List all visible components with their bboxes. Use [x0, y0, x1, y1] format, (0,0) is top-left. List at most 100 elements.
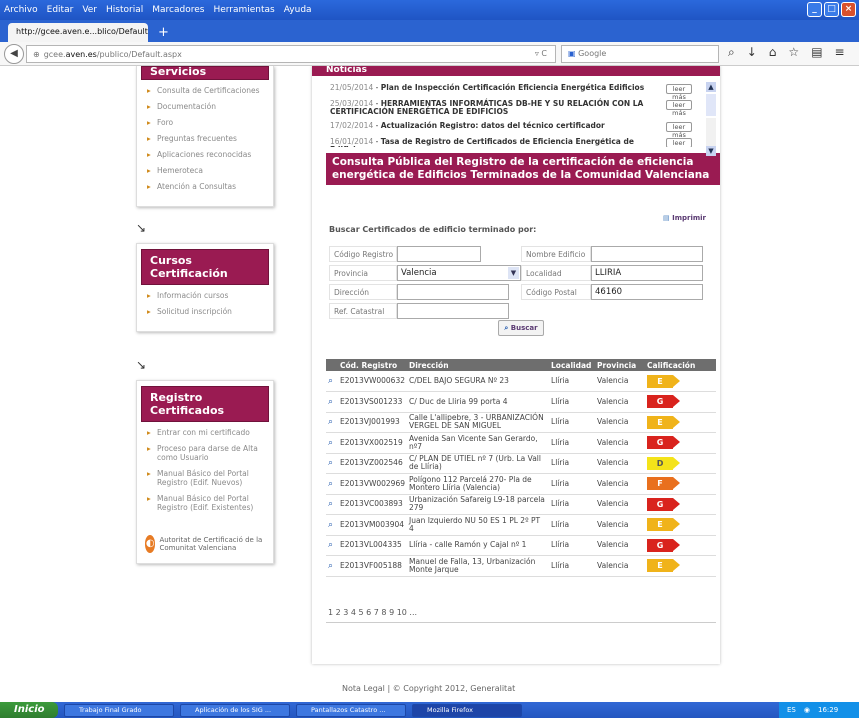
header-codigo[interactable]: Cód. Registro [338, 359, 408, 371]
news-headline[interactable]: Actualización Registro: datos del técnic… [381, 121, 605, 130]
reload-icon[interactable]: ▿ C [535, 49, 547, 58]
printer-icon: ▤ [663, 214, 670, 222]
header-direccion[interactable]: Dirección [407, 359, 550, 371]
start-button[interactable]: Inicio [0, 702, 58, 718]
scroll-down-icon[interactable]: ▼ [706, 146, 716, 156]
cursos-item[interactable]: Información cursos [147, 291, 265, 300]
language-indicator[interactable]: ES [787, 706, 796, 714]
codigo-postal-input[interactable]: 46160 [591, 284, 703, 300]
localidad-input[interactable]: LLIRIA [591, 265, 703, 281]
servicios-item[interactable]: Hemeroteca [147, 166, 265, 175]
magnifier-icon[interactable]: ⌕ [326, 371, 338, 392]
menu-marcadores[interactable]: Marcadores [152, 5, 204, 15]
scroll-up-icon[interactable]: ▲ [706, 82, 716, 92]
codigo-registro-input[interactable] [397, 246, 481, 262]
scroll-track[interactable] [706, 118, 716, 146]
magnifier-icon[interactable]: ⌕ [326, 494, 338, 515]
magnifier-icon[interactable]: ⌕ [326, 432, 338, 454]
registro-item[interactable]: Manual Básico del Portal Registro (Edif.… [147, 494, 265, 512]
news-headline[interactable]: Plan de Inspección Certificación Eficien… [381, 83, 644, 92]
table-row[interactable]: ⌕ E2013VS001233 C/ Duc de Lliria 99 porta … [326, 391, 716, 413]
read-more-button[interactable]: leer más [666, 138, 692, 147]
tray-icon[interactable]: ◉ [804, 706, 810, 714]
browser-tab[interactable]: http://gcee.aven.e...blico/Default.aspx [8, 23, 148, 42]
magnifier-icon[interactable]: ⌕ [326, 453, 338, 474]
header-provincia[interactable]: Provincia [595, 359, 646, 371]
taskbar-item[interactable]: Aplicación de los SIG ... [180, 703, 290, 717]
servicios-item[interactable]: Foro [147, 118, 265, 127]
menu-herramientas[interactable]: Herramientas [213, 5, 274, 15]
read-more-button[interactable]: leer más [666, 100, 692, 117]
menu-icon[interactable]: ≡ [835, 45, 845, 60]
magnifier-icon[interactable]: ⌕ [326, 535, 338, 556]
cell-codigo: E2013VZ002546 [338, 453, 408, 474]
servicios-item[interactable]: Aplicaciones reconocidas [147, 150, 265, 159]
header-localidad[interactable]: Localidad [549, 359, 596, 371]
direccion-input[interactable] [397, 284, 509, 300]
pagination[interactable]: 1 2 3 4 5 6 7 8 9 10 ... [328, 608, 417, 617]
ref-catastral-input[interactable] [397, 303, 509, 319]
read-more-button[interactable]: leer más [666, 84, 692, 101]
menu-ayuda[interactable]: Ayuda [284, 5, 312, 15]
minimize-button[interactable]: _ [807, 2, 822, 17]
table-row[interactable]: ⌕ E2013VC003893 Urbanización Safareig L9-1… [326, 494, 716, 515]
menu-editar[interactable]: Editar [47, 5, 74, 15]
autoritat-logo[interactable]: ◐ Autoritat de Certificació de la Comuni… [137, 519, 273, 553]
menu-ver[interactable]: Ver [82, 5, 97, 15]
servicios-item[interactable]: Preguntas frecuentes [147, 134, 265, 143]
registro-item[interactable]: Manual Básico del Portal Registro (Edif.… [147, 469, 265, 487]
header-calificacion[interactable]: Calificación [645, 359, 716, 371]
magnifier-icon[interactable]: ⌕ [326, 412, 338, 433]
cell-calificacion: F [645, 473, 716, 495]
print-button[interactable]: ▤ Imprimir [663, 214, 706, 222]
search-input[interactable]: ▣ Google [561, 45, 719, 63]
back-button[interactable]: ◀ [4, 43, 24, 64]
navigation-bar: ◀ ⊕ gcee. aven.es/publico/Default.aspx ▿ … [0, 42, 859, 66]
table-row[interactable]: ⌕ E2013VF005188 Manuel de Falla, 13, Urban… [326, 555, 716, 577]
servicios-item[interactable]: Consulta de Certificaciones [147, 86, 265, 95]
cursos-item[interactable]: Solicitud inscripción [147, 307, 265, 316]
table-row[interactable]: ⌕ E2013VX002519 Avenida San Vicente San Ge… [326, 432, 716, 454]
buscar-button[interactable]: ⌕ Buscar [498, 320, 544, 336]
close-button[interactable]: × [841, 2, 856, 17]
news-headline[interactable]: HERRAMIENTAS INFORMÁTICAS DB-HE Y SU REL… [330, 99, 643, 116]
new-tab-button[interactable]: + [158, 24, 169, 42]
provincia-select[interactable]: Valencia ▼ [397, 265, 521, 281]
bookmarks-icon[interactable]: ▤ [811, 45, 822, 60]
taskbar-item[interactable]: Pantallazos Catastro ... [296, 703, 406, 717]
taskbar-item[interactable]: Trabajo Final Grado [64, 703, 174, 717]
table-row[interactable]: ⌕ E2013VW002969 Polígono 112 Parcelá 270- … [326, 473, 716, 495]
magnifier-icon[interactable]: ⌕ [326, 514, 338, 536]
taskbar-item[interactable]: Mozilla Firefox [412, 703, 522, 717]
scroll-thumb[interactable] [706, 94, 716, 116]
menu-archivo[interactable]: Archivo [4, 5, 38, 15]
menu-historial[interactable]: Historial [106, 5, 143, 15]
table-row[interactable]: ⌕ E2013VZ002546 C/ PLAN DE UTIEL nº 7 (Urb… [326, 453, 716, 474]
download-icon[interactable]: ↓ [747, 45, 757, 60]
maximize-button[interactable]: □ [824, 2, 839, 17]
registro-item[interactable]: Proceso para darse de Alta como Usuario [147, 444, 265, 462]
table-row[interactable]: ⌕ E2013VM003904 Juan Izquierdo NU 50 ES 1 … [326, 514, 716, 536]
read-more-button[interactable]: leer más [666, 122, 692, 139]
footer[interactable]: Nota Legal | © Copyright 2012, Generalit… [342, 684, 515, 693]
search-icon[interactable]: ⌕ [728, 45, 735, 60]
bookmark-star-icon[interactable]: ☆ [788, 45, 799, 60]
news-scrollbar[interactable]: ▲ ▼ [706, 82, 716, 156]
servicios-item[interactable]: Documentación [147, 102, 265, 111]
table-row[interactable]: ⌕ E2013VL004335 Llíria - calle Ramón y Caj… [326, 535, 716, 556]
table-row[interactable]: ⌕ E2013VW000632 C/DEL BAJO SEGURA Nº 23 Llí… [326, 371, 716, 392]
magnifier-icon[interactable]: ⌕ [326, 555, 338, 577]
news-headline[interactable]: Tasa de Registro de Certificados de Efic… [330, 138, 634, 147]
table-row[interactable]: ⌕ E2013VJ001993 Calle L'allipebre, 3 - URB… [326, 412, 716, 433]
magnifier-icon[interactable]: ⌕ [326, 473, 338, 495]
home-icon[interactable]: ⌂ [769, 45, 777, 60]
address-bar[interactable]: ⊕ gcee. aven.es/publico/Default.aspx ▿ C [26, 45, 556, 63]
chevron-down-icon[interactable]: ▼ [508, 267, 519, 279]
servicios-item[interactable]: Atención a Consultas [147, 182, 265, 191]
cell-calificacion: E [645, 555, 716, 577]
nombre-edificio-input[interactable] [591, 246, 703, 262]
page-title: Consulta Pública del Registro de la cert… [326, 153, 720, 185]
registro-item[interactable]: Entrar con mi certificado [147, 428, 265, 437]
energy-rating-badge: E [647, 518, 681, 532]
magnifier-icon[interactable]: ⌕ [326, 391, 338, 413]
